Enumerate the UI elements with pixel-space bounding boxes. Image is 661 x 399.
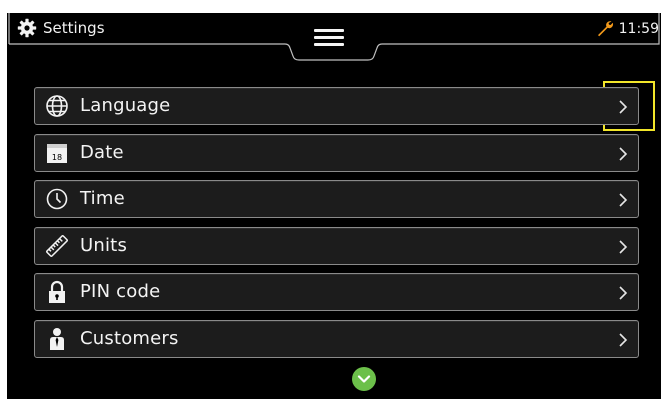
chevron-right-icon [619, 239, 628, 254]
chevron-right-icon [619, 286, 628, 300]
menu-item-label: PIN code [80, 281, 161, 302]
scroll-down-button[interactable] [352, 367, 376, 391]
menu-item-pin-code[interactable]: PIN code [34, 273, 639, 311]
chevron-right-icon [619, 100, 628, 114]
menu-item-units[interactable]: Units [34, 226, 639, 265]
menu-item-label: Language [80, 95, 171, 116]
menu-item-time[interactable]: Time [34, 180, 639, 218]
menu-item-language[interactable]: Language [34, 87, 639, 125]
clock-icon [45, 187, 69, 211]
person-icon [45, 327, 69, 351]
menu-item-date[interactable]: 18 Date [34, 133, 639, 172]
wrench-icon[interactable] [596, 20, 614, 38]
settings-list: Language 18 Date Time Units PIN code Cus… [34, 87, 639, 366]
hamburger-menu-icon [314, 29, 344, 32]
chevron-right-icon [619, 193, 628, 207]
settings-button[interactable]: Settings [17, 17, 105, 39]
menu-item-label: Units [80, 234, 128, 256]
status-area: 11:59 [596, 18, 659, 40]
menu-item-label: Date [80, 141, 124, 163]
main-menu-button[interactable] [311, 26, 347, 50]
clock-time: 11:59 [618, 21, 659, 37]
ruler-icon [45, 234, 69, 258]
globe-icon [45, 94, 69, 118]
page-title: Settings [43, 19, 105, 37]
calendar-icon: 18 [45, 141, 69, 165]
chevron-down-circle-icon [357, 375, 371, 383]
device-screen: Settings 11:59 Language 18 Date Time Uni… [7, 13, 661, 399]
chevron-right-icon [619, 332, 628, 347]
gear-icon [17, 18, 37, 38]
menu-item-label: Customers [80, 327, 179, 349]
menu-item-customers[interactable]: Customers [34, 319, 639, 358]
top-bar: Settings 11:59 [7, 13, 661, 61]
padlock-icon [45, 280, 69, 304]
calendar-day: 18 [52, 153, 62, 162]
menu-item-label: Time [80, 188, 125, 209]
chevron-right-icon [619, 146, 628, 161]
